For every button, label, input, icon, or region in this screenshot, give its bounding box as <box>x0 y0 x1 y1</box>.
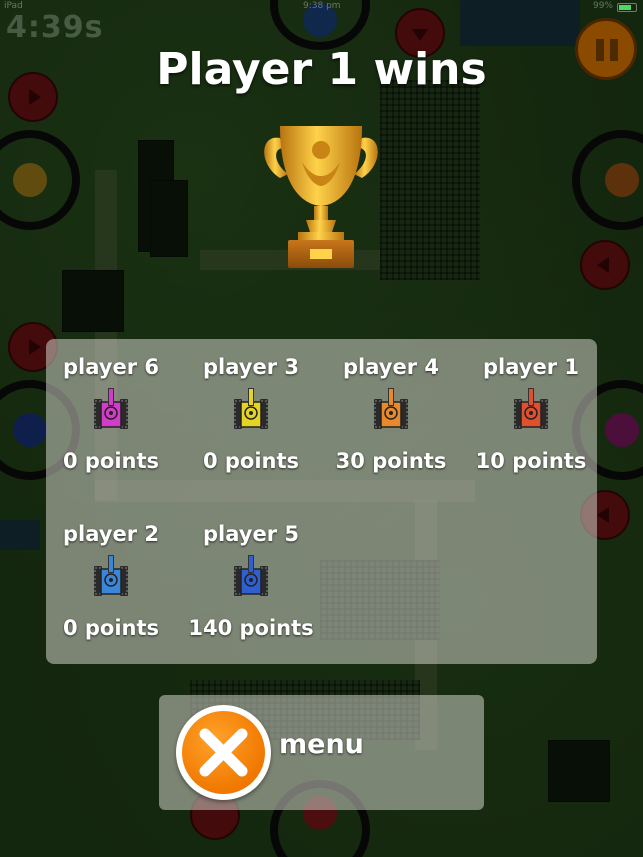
player-name: player 3 <box>203 355 299 379</box>
player-points: 140 points <box>188 616 314 640</box>
player-points: 30 points <box>335 449 447 473</box>
player-card: player 1 10 points <box>466 353 596 475</box>
player-name: player 2 <box>63 522 159 546</box>
scoreboard-panel: player 6 0 points player 3 0 points play… <box>46 339 597 664</box>
player-card: player 2 0 points <box>46 520 176 642</box>
player-name: player 5 <box>203 522 299 546</box>
menu-label: menu <box>279 729 364 760</box>
battery-percent: 99% <box>592 1 613 11</box>
battery-icon <box>617 3 637 12</box>
player-card: player 4 30 points <box>326 353 456 475</box>
game-timer: 4:39s <box>6 10 104 45</box>
player-points: 10 points <box>475 449 587 473</box>
winner-title: Player 1 wins <box>156 44 487 95</box>
menu-button[interactable]: menu <box>159 695 484 810</box>
player-card: player 6 0 points <box>46 353 176 475</box>
player-name: player 1 <box>483 355 579 379</box>
tank-icon <box>374 388 408 429</box>
player-card: player 3 0 points <box>186 353 316 475</box>
tank-icon <box>514 388 548 429</box>
close-icon <box>199 728 248 777</box>
player-points: 0 points <box>62 616 160 640</box>
player-points: 0 points <box>202 449 300 473</box>
tank-icon <box>234 388 268 429</box>
tank-icon <box>94 388 128 429</box>
tank-icon <box>94 555 128 596</box>
tank-icon <box>234 555 268 596</box>
player-name: player 6 <box>63 355 159 379</box>
status-clock: 9:38 pm <box>303 1 341 11</box>
trophy-icon <box>264 126 378 268</box>
player-name: player 4 <box>343 355 439 379</box>
close-button-circle[interactable] <box>176 705 271 800</box>
player-card: player 5 140 points <box>186 520 316 642</box>
player-points: 0 points <box>62 449 160 473</box>
